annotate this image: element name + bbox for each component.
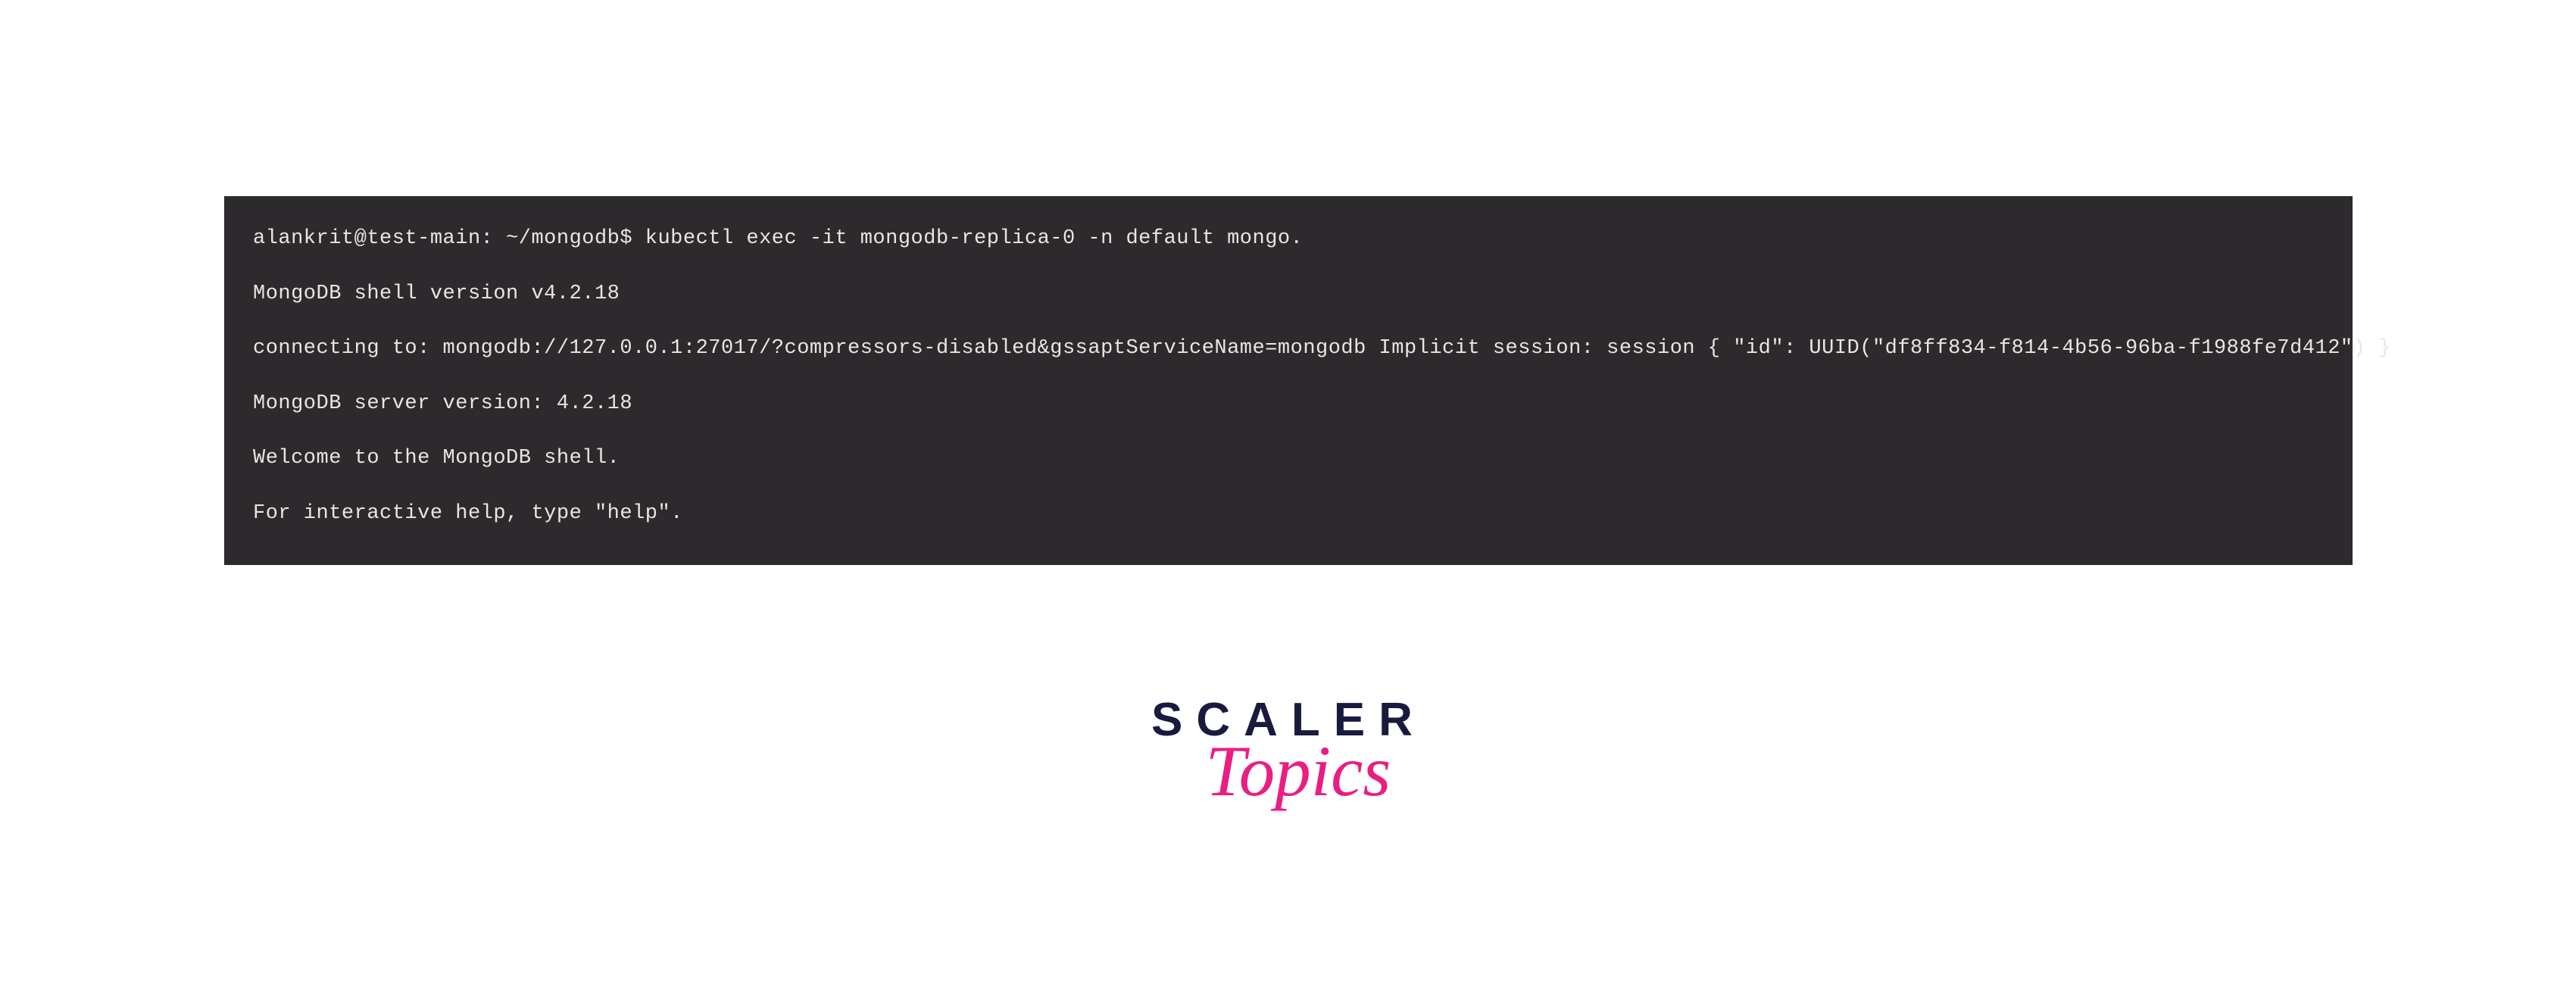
scaler-topics-logo: SCALER Topics <box>1151 697 1424 804</box>
logo-secondary-text: Topics <box>1172 739 1424 804</box>
terminal-line-output: MongoDB shell version v4.2.18 <box>253 279 2324 310</box>
terminal-line-output: For interactive help, type "help". <box>253 498 2324 529</box>
terminal-line-output: MongoDB server version: 4.2.18 <box>253 389 2324 420</box>
terminal-line-output: connecting to: mongodb://127.0.0.1:27017… <box>253 333 2324 364</box>
terminal-line-output: Welcome to the MongoDB shell. <box>253 443 2324 474</box>
terminal-window[interactable]: alankrit@test-main: ~/mongodb$ kubectl e… <box>224 196 2353 565</box>
terminal-line-prompt: alankrit@test-main: ~/mongodb$ kubectl e… <box>253 223 2324 254</box>
